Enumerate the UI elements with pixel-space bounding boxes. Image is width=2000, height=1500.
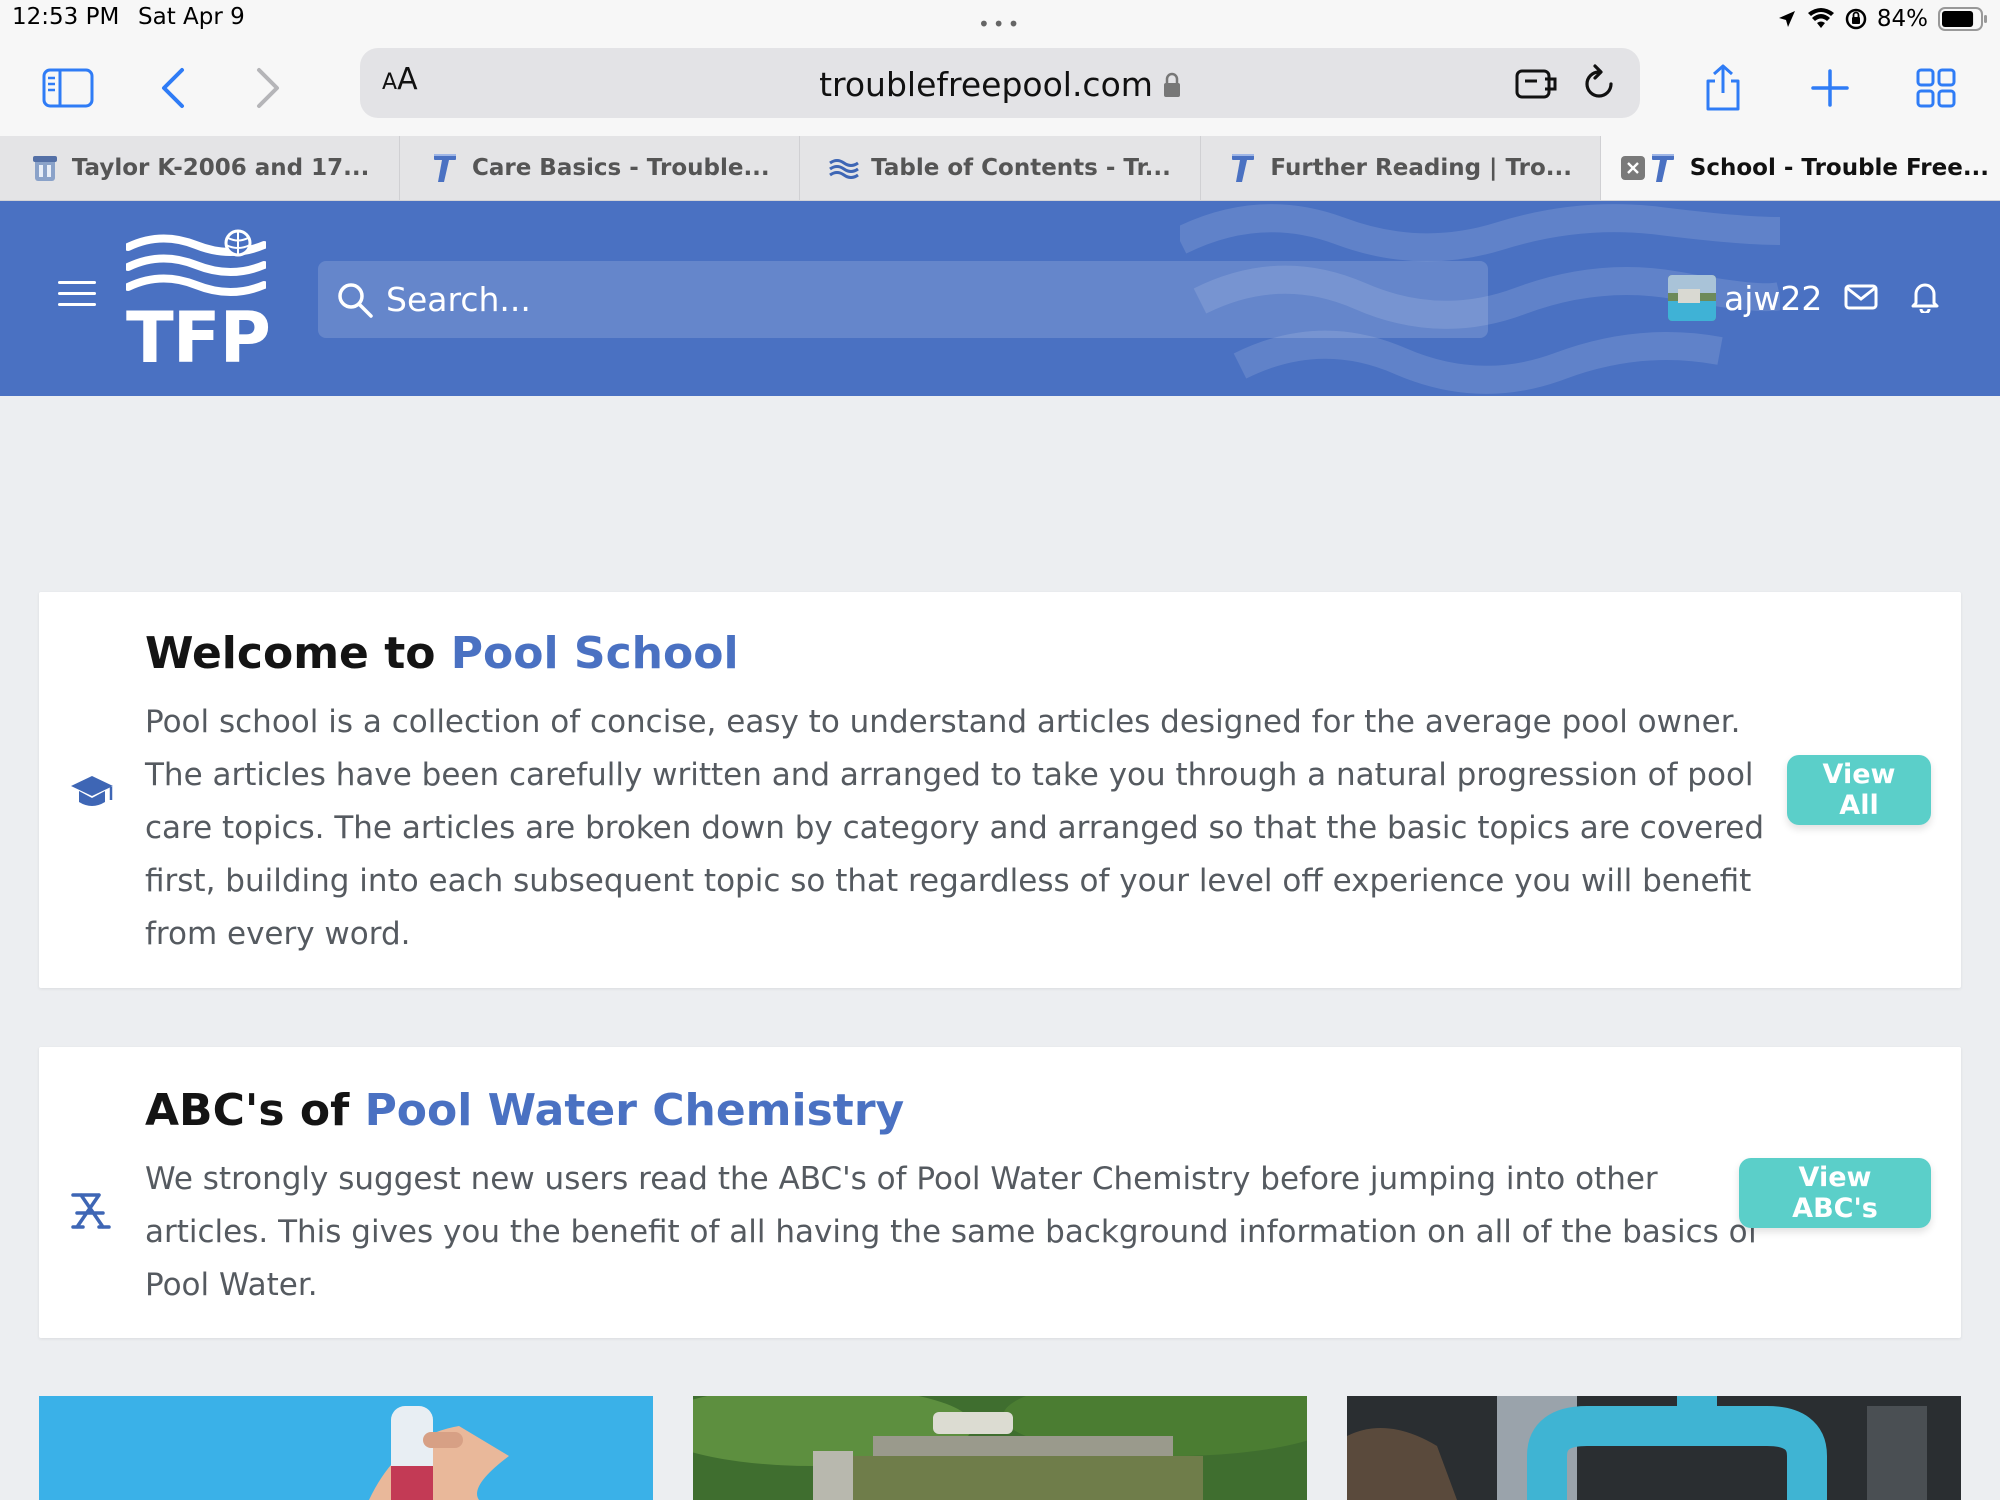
- article-thumbnail[interactable]: [693, 1396, 1307, 1500]
- tfp-favicon: [1228, 151, 1258, 185]
- plus-icon: [1811, 69, 1849, 107]
- article-thumbnail[interactable]: [39, 1396, 653, 1500]
- graduation-cap-icon: [69, 774, 115, 816]
- lounge-chair-icon: [69, 1191, 111, 1235]
- back-button[interactable]: [145, 60, 201, 116]
- sidebar-toggle-icon[interactable]: [40, 60, 96, 116]
- browser-tab-active[interactable]: School - Trouble Free...: [1600, 136, 2000, 200]
- browser-toolbar: AA troublefreepool.com: [0, 38, 2000, 136]
- card-title-accent: Pool Water Chemistry: [364, 1085, 905, 1136]
- site-header: TFP ajw22: [0, 201, 2000, 396]
- bell-icon[interactable]: [1910, 279, 1940, 317]
- browser-tab[interactable]: Further Reading | Tro...: [1201, 136, 1601, 200]
- battery-icon: [1938, 7, 1988, 31]
- view-abcs-button[interactable]: View ABC's: [1739, 1158, 1931, 1228]
- tab-overview-button[interactable]: [1908, 60, 1964, 116]
- card-title: Welcome to Pool School: [145, 628, 739, 679]
- test-tube-image: [39, 1396, 653, 1500]
- status-time: 12:53 PM: [12, 4, 120, 30]
- browser-tab[interactable]: Table of Contents - Tr...: [800, 136, 1201, 200]
- tab-label: Care Basics - Trouble...: [471, 155, 770, 181]
- card-title-accent: Pool School: [450, 628, 739, 679]
- url-display[interactable]: troublefreepool.com: [360, 65, 1640, 106]
- forward-button[interactable]: [240, 60, 296, 116]
- card-description: We strongly suggest new users read the A…: [145, 1161, 1759, 1303]
- battery-percent: 84%: [1876, 6, 1928, 32]
- logo-waves-icon: [124, 229, 268, 296]
- tab-label: Further Reading | Tro...: [1270, 155, 1572, 181]
- tab-label: School - Trouble Free...: [1689, 155, 1990, 181]
- lock-icon: [1163, 67, 1181, 106]
- logo-text: TFP: [126, 297, 271, 379]
- multitasking-dots-icon[interactable]: •••: [978, 14, 1022, 34]
- reader-extension-icon[interactable]: [1514, 60, 1560, 106]
- wifi-icon: [1807, 8, 1835, 30]
- card-description: Pool school is a collection of concise, …: [145, 704, 1765, 952]
- card-title: ABC's of Pool Water Chemistry: [145, 1085, 905, 1136]
- tab-grid-icon: [1916, 68, 1956, 108]
- location-icon: [1777, 9, 1797, 29]
- address-bar[interactable]: AA troublefreepool.com: [360, 48, 1640, 118]
- tfp-logo[interactable]: TFP: [124, 229, 271, 379]
- tab-bar: Taylor K-2006 and 17... Care Basics - Tr…: [0, 136, 2000, 201]
- status-indicators: 84%: [1777, 4, 1988, 34]
- view-all-button[interactable]: View All: [1787, 755, 1931, 825]
- avatar[interactable]: [1668, 275, 1716, 321]
- pool-plumbing-image: [1347, 1396, 1961, 1500]
- chevron-right-icon: [257, 68, 279, 108]
- test-kit-favicon: [30, 151, 60, 185]
- waves-favicon: [829, 151, 860, 185]
- url-text: troublefreepool.com: [819, 65, 1153, 104]
- tfp-favicon: [1648, 151, 1678, 185]
- status-date: Sat Apr 9: [138, 4, 245, 30]
- share-button[interactable]: [1695, 60, 1751, 116]
- orientation-lock-icon: [1845, 8, 1867, 30]
- new-tab-button[interactable]: [1802, 60, 1858, 116]
- tab-label: Table of Contents - Tr...: [871, 155, 1171, 181]
- close-tab-icon[interactable]: [1620, 156, 1645, 180]
- pool-cover-image: [693, 1396, 1307, 1500]
- search-input[interactable]: [386, 261, 1466, 338]
- username[interactable]: ajw22: [1724, 279, 1822, 318]
- search-box[interactable]: [318, 261, 1488, 338]
- chevron-left-icon: [162, 68, 184, 108]
- search-icon: [336, 281, 374, 323]
- reload-icon[interactable]: [1576, 60, 1622, 106]
- pool-school-card: Welcome to Pool School Pool school is a …: [39, 592, 1961, 988]
- tfp-favicon: [430, 151, 460, 185]
- tab-label: Taylor K-2006 and 17...: [71, 155, 370, 181]
- status-bar: 12:53 PM Sat Apr 9 ••• 84%: [0, 0, 2000, 38]
- menu-icon[interactable]: [58, 281, 96, 311]
- share-icon: [1706, 64, 1740, 111]
- abc-chemistry-card: ABC's of Pool Water Chemistry We strongl…: [39, 1047, 1961, 1338]
- article-thumbnail[interactable]: [1347, 1396, 1961, 1500]
- browser-tab[interactable]: Care Basics - Trouble...: [400, 136, 801, 200]
- browser-tab[interactable]: Taylor K-2006 and 17...: [0, 136, 401, 200]
- mail-icon[interactable]: [1844, 283, 1878, 315]
